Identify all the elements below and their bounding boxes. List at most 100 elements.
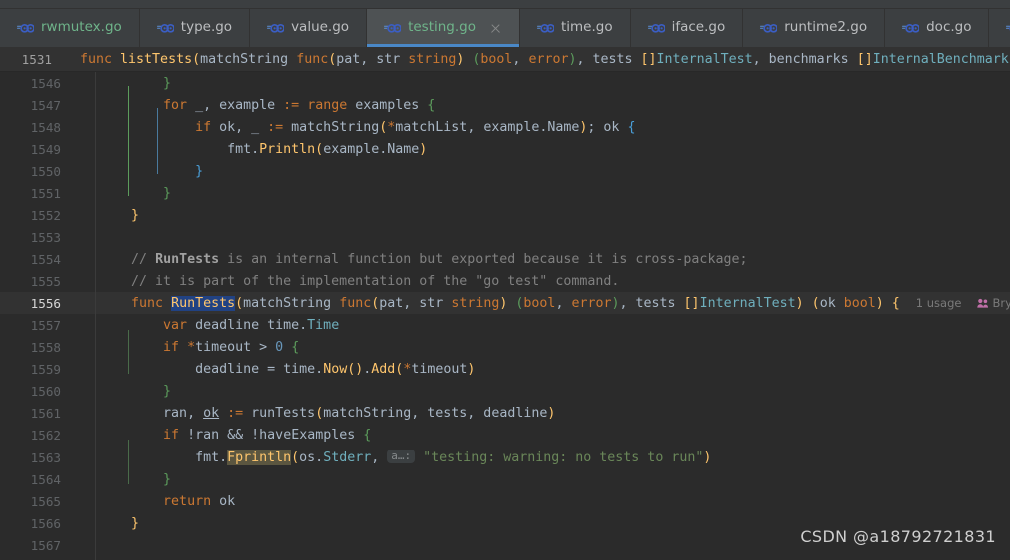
line-number: 1563 [30,449,61,465]
line-number: 1556 [30,295,61,311]
line-number: 1557 [30,317,61,333]
goland-editor-window: rwmutex.go type.go value.go testing.go time.… [0,0,1010,560]
line-number: 1551 [30,185,61,201]
go-file-icon [760,23,778,33]
line-content: } [163,185,172,201]
editor-tab-doc-go[interactable]: doc.go [885,9,990,47]
line-content: if *timeout > 0 { [163,339,300,355]
line-content: } [163,383,172,399]
code-row[interactable]: 1565 return ok [0,490,1010,512]
code-vision-usages[interactable]: 1 usage [916,296,962,310]
line-number: 1554 [30,251,61,267]
editor-tab-bar[interactable]: rwmutex.go type.go value.go testing.go time.… [0,9,1010,48]
line-content: } [195,163,204,179]
line-number: 1564 [30,471,61,487]
code-vision-author[interactable]: Bryan C. Mills - [992,296,1010,310]
line-number: 1567 [30,537,61,553]
line-number: 1561 [30,405,61,421]
line-content: // it is part of the implementation of t… [131,273,620,289]
code-row[interactable]: 1563 fmt.Fprintln(os.Stderr, a…: "testin… [0,446,1010,468]
code-row[interactable]: 1557 var deadline time.Time [0,314,1010,336]
editor-tab-label: rwmutex.go [41,19,122,36]
editor-tab-label: type.go [180,19,233,36]
indent-guide-haveexamples-block [128,440,129,484]
line-content: return ok [163,493,236,509]
indent-guide-timeout-block [128,330,129,374]
line-number: 1562 [30,427,61,443]
code-editor-area[interactable]: 1546 } 1547 for _, example := range exam… [0,72,1010,560]
people-icon [977,298,989,308]
editor-tab-type-go[interactable]: type.go [140,9,251,47]
line-number: 1565 [30,493,61,509]
code-row[interactable]: 1560 } [0,380,1010,402]
line-content: if ok, _ := matchString(*matchList, exam… [195,119,636,135]
go-file-icon [267,23,285,33]
line-content: for _, example := range examples { [163,97,436,113]
editor-tab-value-go[interactable]: value.go [250,9,368,47]
line-number: 1553 [30,229,61,245]
code-row[interactable]: 1550 } [0,160,1010,182]
code-row[interactable]: 1554 // RunTests is an internal function… [0,248,1010,270]
go-file-icon [1006,25,1010,30]
line-number: 1548 [30,119,61,135]
code-row[interactable]: 1558 if *timeout > 0 { [0,336,1010,358]
go-file-icon [536,23,554,33]
code-row-caret[interactable]: 1556 func RunTests(matchString func(pat,… [0,292,1010,314]
line-content: if !ran && !haveExamples { [163,427,372,443]
line-content: fmt.Fprintln(os.Stderr, a…: "testing: wa… [195,449,712,465]
line-content: } [163,471,172,487]
editor-tab-label: testing.go [408,19,476,36]
line-number: 1552 [30,207,61,223]
code-row[interactable]: 1559 deadline = time.Now().Add(*timeout) [0,358,1010,380]
code-row[interactable]: 1549 fmt.Println(example.Name) [0,138,1010,160]
line-content: } [163,75,172,91]
code-row[interactable]: 1553 [0,226,1010,248]
gutter-separator [95,72,96,560]
sticky-scroll-header[interactable]: 1531 func listTests(matchString func(pat… [0,48,1010,72]
line-number: 1555 [30,273,61,289]
line-content: // RunTests is an internal function but … [131,251,748,267]
editor-tab-rwmutex-go[interactable]: rwmutex.go [0,9,140,47]
editor-tab-iface-go[interactable]: iface.go [631,9,744,47]
watermark: CSDN @a18792721831 [800,527,996,546]
sticky-header-code: func listTests(matchString func(pat, str… [80,52,1010,67]
code-row[interactable]: 1547 for _, example := range examples { [0,94,1010,116]
line-number: 1559 [30,361,61,377]
line-content: deadline = time.Now().Add(*timeout) [195,361,476,377]
editor-tab-runtime2-go[interactable]: runtime2.go [743,9,886,47]
indent-guide-for-block [128,86,129,196]
highlighted-token[interactable]: Fprintln [227,449,292,465]
close-icon[interactable] [489,22,502,35]
go-file-icon [384,23,402,33]
go-file-icon [156,23,174,33]
line-content: func RunTests(matchString func(pat, str … [80,295,1010,311]
code-row[interactable]: 1551 } [0,182,1010,204]
editor-tab-label: doc.go [926,19,972,36]
code-row[interactable]: 1548 if ok, _ := matchString(*matchList,… [0,116,1010,138]
editor-tab-label: iface.go [671,19,726,36]
toolbar-strip [0,0,1010,9]
code-row[interactable]: 1562 if !ran && !haveExamples { [0,424,1010,446]
editor-tab-label: runtime2.go [784,19,868,36]
go-file-icon [647,23,665,33]
selected-token[interactable]: RunTests [171,295,236,311]
line-number: 1549 [30,141,61,157]
editor-tab-label: time.go [560,19,613,36]
line-number: 1550 [30,163,61,179]
editor-tab-label: value.go [291,19,350,36]
code-row[interactable]: 1555 // it is part of the implementation… [0,270,1010,292]
editor-tab-time-go[interactable]: time.go [520,9,631,47]
line-content: ran, ok := runTests(matchString, tests, … [163,405,556,421]
go-file-icon [17,23,34,33]
line-number: 1560 [30,383,61,399]
code-row[interactable]: 1561 ran, ok := runTests(matchString, te… [0,402,1010,424]
code-row[interactable]: 1546 } [0,72,1010,94]
line-number: 1566 [30,515,61,531]
sticky-line-number: 1531 [21,52,52,67]
line-number: 1558 [30,339,61,355]
code-row[interactable]: 1552 } [0,204,1010,226]
editor-tab-mutex[interactable]: mutex. [989,9,1010,47]
code-row[interactable]: 1564 } [0,468,1010,490]
parameter-inlay-hint[interactable]: a…: [387,449,416,463]
editor-tab-testing-go[interactable]: testing.go [367,9,520,47]
